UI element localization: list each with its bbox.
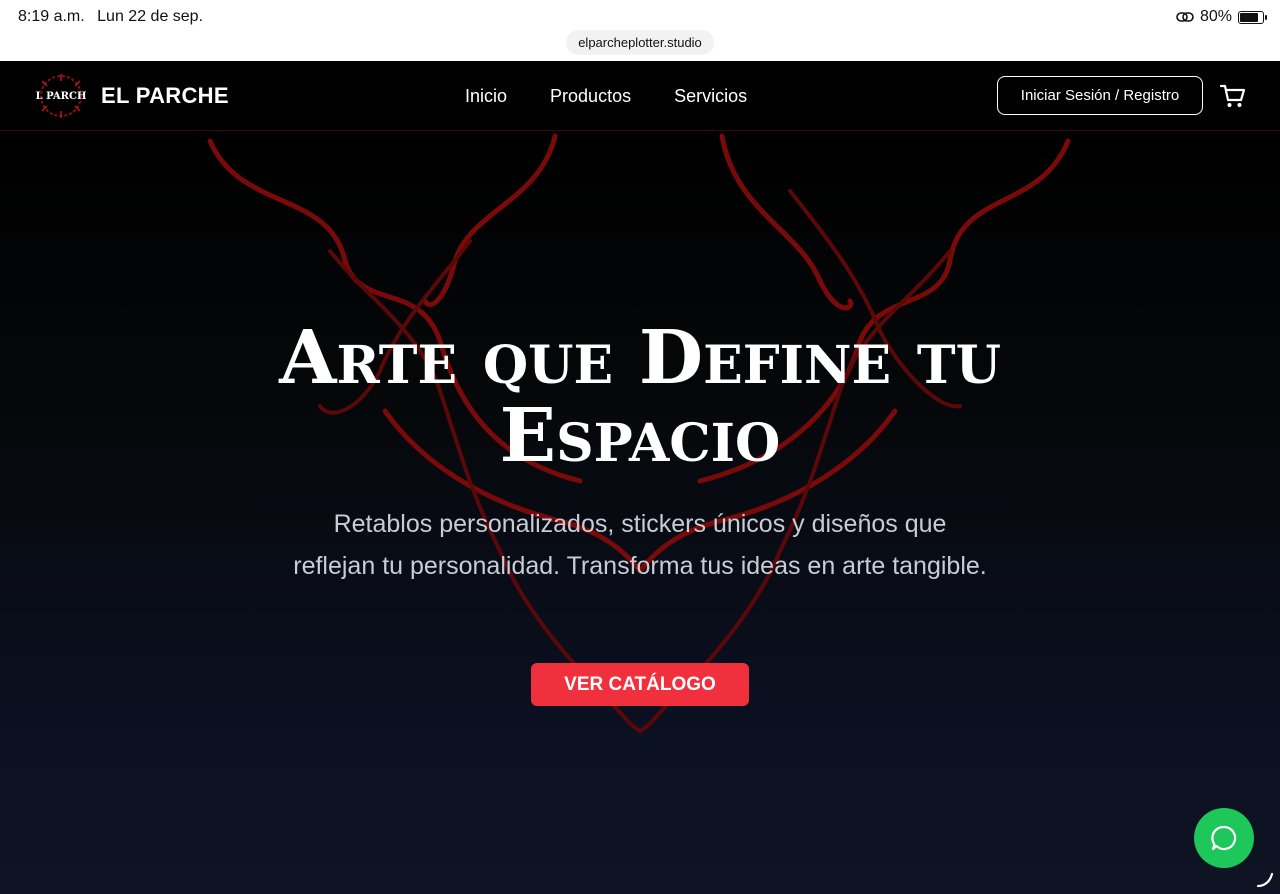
hero-section: Arte que Define tu Espacio Retablos pers… [0,131,1280,894]
view-catalog-button[interactable]: VER CATÁLOGO [531,663,749,706]
battery-percent: 80% [1199,8,1232,25]
status-time: 8:19 a.m. [18,8,85,25]
url-bar[interactable]: elparcheplotter.studio [566,30,714,55]
nav-link-servicios[interactable]: Servicios [674,86,747,107]
status-bar: 8:19 a.m. Lun 22 de sep. 80% elparcheplo… [0,0,1280,61]
main-nav: Inicio Productos Servicios [465,86,747,107]
nav-link-inicio[interactable]: Inicio [465,86,507,107]
status-indicators: 80% [1176,8,1267,26]
hero-title: Arte que Define tu Espacio [0,319,1280,475]
hero-title-line1: Arte que Define tu [279,315,1001,401]
cart-icon[interactable] [1219,82,1247,110]
brand-name[interactable]: EL PARCHE [101,83,229,109]
hero-title-line2: Espacio [499,393,781,479]
logo-text: EL PARCHE [36,91,86,102]
resize-corner-icon [1256,872,1274,888]
nav-link-productos[interactable]: Productos [550,86,631,107]
status-time-date: 8:19 a.m. Lun 22 de sep. [18,8,211,26]
site-header: EL PARCHE EL PARCHE Inicio Productos Ser… [0,61,1280,131]
whatsapp-button[interactable] [1194,808,1254,868]
battery-icon [1238,10,1267,24]
logo[interactable]: EL PARCHE [36,73,86,119]
hero-subtitle: Retablos personalizados, stickers únicos… [293,510,987,580]
login-register-button[interactable]: Iniciar Sesión / Registro [997,76,1203,115]
whatsapp-icon [1211,825,1237,851]
link-icon [1176,12,1194,22]
status-date: Lun 22 de sep. [97,8,204,25]
